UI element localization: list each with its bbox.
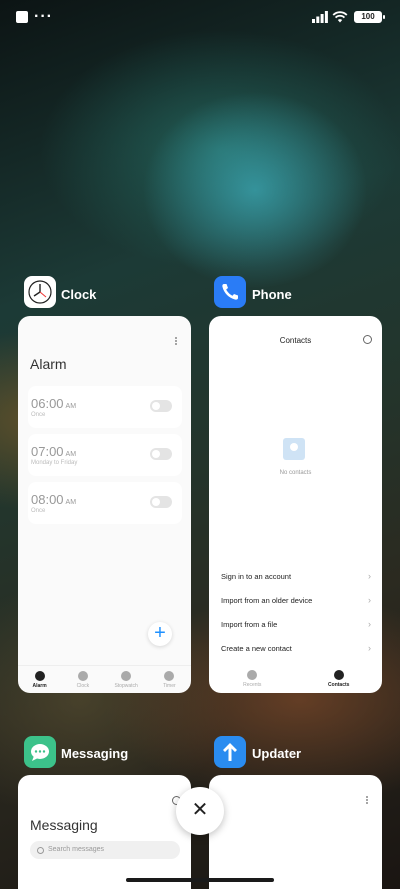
- alarm-ampm: AM: [65, 403, 77, 410]
- alarm-time: 07:00: [31, 444, 64, 459]
- create-contact-option[interactable]: Create a new contact ›: [221, 643, 371, 653]
- messaging-screen-title: Messaging: [30, 817, 98, 833]
- chevron-right-icon: ›: [368, 619, 371, 629]
- clock-tab-bar: Alarm Clock Stopwatch Timer: [18, 665, 191, 693]
- import-device-option[interactable]: Import from an older device ›: [221, 595, 371, 605]
- alarm-ampm: AM: [65, 451, 77, 458]
- no-contacts-text: No contacts: [279, 470, 312, 476]
- phone-tab-icon: [247, 670, 258, 680]
- status-bar: ··· 100: [0, 0, 400, 34]
- battery-icon: 100: [354, 11, 385, 23]
- person-icon: [333, 670, 344, 680]
- hourglass-icon: [164, 671, 175, 681]
- tab-stopwatch[interactable]: Stopwatch: [105, 666, 148, 693]
- settings-gear-icon[interactable]: [363, 335, 372, 344]
- alarm-time: 08:00: [31, 492, 64, 507]
- tab-contacts[interactable]: Contacts: [296, 665, 383, 693]
- messaging-app-label: Messaging: [61, 746, 129, 761]
- chat-bubble-icon: [31, 744, 49, 761]
- alarm-repeat: Once: [31, 412, 46, 418]
- clock-tab-icon: [77, 671, 88, 681]
- clock-more-icon[interactable]: [174, 336, 177, 347]
- tab-recents[interactable]: Recents: [209, 665, 296, 693]
- alarm-item[interactable]: 06:00 AM Once: [28, 386, 182, 428]
- tab-label: Clock: [76, 683, 90, 689]
- contacts-title: Contacts: [279, 336, 312, 345]
- import-file-option[interactable]: Import from a file ›: [221, 619, 371, 629]
- updater-app-card[interactable]: [209, 775, 382, 889]
- home-indicator[interactable]: [126, 878, 274, 882]
- alarm-time-row: 07:00 AM: [31, 444, 76, 459]
- stopwatch-icon: [121, 671, 132, 681]
- alarm-icon: [34, 671, 45, 681]
- phone-handset-icon: [222, 284, 238, 300]
- clear-all-button[interactable]: ✕: [176, 787, 224, 835]
- tab-label: Contacts: [328, 682, 350, 688]
- updater-more-icon[interactable]: [365, 795, 368, 806]
- alarm-time-row: 08:00 AM: [31, 492, 76, 507]
- tab-label: Timer: [163, 683, 176, 689]
- updater-app-icon[interactable]: [214, 736, 246, 768]
- tab-label: Stopwatch: [114, 683, 138, 689]
- tab-timer[interactable]: Timer: [148, 666, 191, 693]
- tab-clock[interactable]: Clock: [61, 666, 104, 693]
- signal-icon: [312, 11, 328, 23]
- notification-icon: [16, 11, 28, 23]
- alarm-time: 06:00: [31, 396, 64, 411]
- alarm-time-row: 06:00 AM: [31, 396, 76, 411]
- chevron-right-icon: ›: [368, 571, 371, 581]
- battery-level: 100: [361, 12, 375, 21]
- clock-icon: [28, 280, 52, 304]
- phone-app-icon[interactable]: [214, 276, 246, 308]
- updater-app-label: Updater: [252, 746, 302, 761]
- tab-label: Alarm: [32, 683, 47, 689]
- search-input[interactable]: Search messages: [30, 841, 180, 859]
- clock-app-label: Clock: [61, 287, 97, 302]
- tab-alarm[interactable]: Alarm: [18, 666, 61, 693]
- add-alarm-button[interactable]: +: [148, 622, 172, 646]
- phone-app-card[interactable]: Contacts No contacts Sign in to an accou…: [209, 316, 382, 693]
- alarm-toggle[interactable]: [150, 448, 172, 460]
- arrow-up-icon: [223, 743, 237, 761]
- messaging-app-card[interactable]: Messaging Search messages: [18, 775, 191, 889]
- alarm-repeat: Once: [31, 508, 46, 514]
- chevron-right-icon: ›: [368, 595, 371, 605]
- clock-app-card[interactable]: Alarm 06:00 AM Once 07:00 AM Monday to Fri…: [18, 316, 191, 693]
- sign-in-option[interactable]: Sign in to an account ›: [221, 571, 371, 581]
- option-label: Import from a file: [221, 620, 278, 629]
- alarm-item[interactable]: 07:00 AM Monday to Friday: [28, 434, 182, 476]
- chevron-right-icon: ›: [368, 643, 371, 653]
- more-notifications-icon: ···: [34, 8, 53, 25]
- option-label: Import from an older device: [221, 596, 313, 605]
- clock-app-icon[interactable]: [24, 276, 56, 308]
- option-label: Sign in to an account: [221, 572, 292, 581]
- alarm-toggle[interactable]: [150, 496, 172, 508]
- messaging-app-icon[interactable]: [24, 736, 56, 768]
- alarm-ampm: AM: [65, 499, 77, 506]
- tab-label: Recents: [243, 682, 262, 688]
- option-label: Create a new contact: [221, 644, 292, 653]
- contact-placeholder-icon: [283, 438, 305, 460]
- wifi-icon: [332, 11, 348, 23]
- phone-app-label: Phone: [252, 287, 292, 302]
- alarm-screen-title: Alarm: [30, 356, 67, 372]
- alarm-item[interactable]: 08:00 AM Once: [28, 482, 182, 524]
- phone-tab-bar: Recents Contacts: [209, 665, 382, 693]
- alarm-repeat: Monday to Friday: [31, 460, 78, 466]
- alarm-toggle[interactable]: [150, 400, 172, 412]
